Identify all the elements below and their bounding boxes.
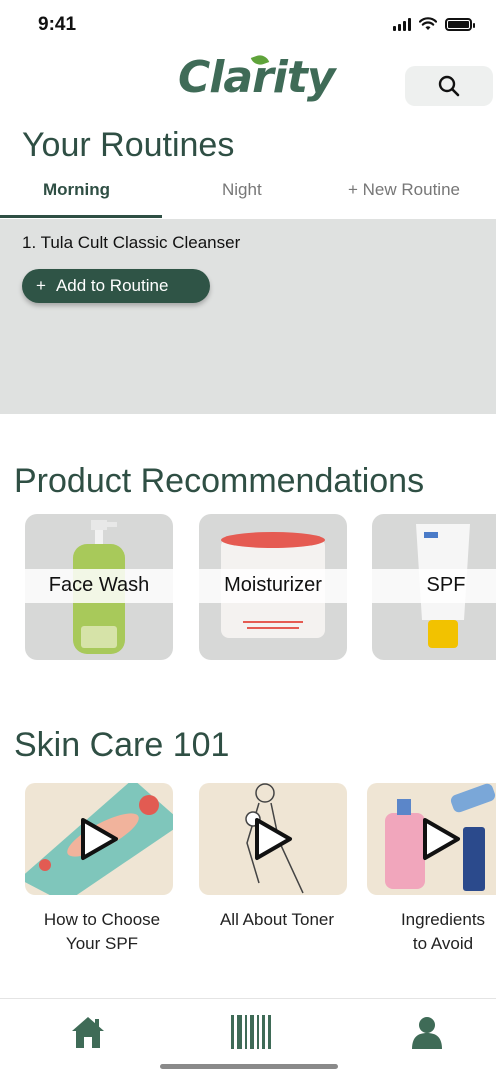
video-card-toner[interactable] [199, 783, 347, 895]
profile-icon [412, 1017, 442, 1049]
video-caption[interactable]: Ingredients to Avoid [381, 908, 496, 956]
barcode-icon [231, 1015, 271, 1049]
nav-profile-button[interactable] [410, 1015, 444, 1054]
play-icon [81, 818, 118, 860]
product-card-spf[interactable]: SPF [372, 514, 496, 660]
add-to-routine-button[interactable]: + Add to Routine [22, 269, 210, 303]
video-caption[interactable]: How to Choose Your SPF [28, 908, 176, 956]
product-card-moisturizer[interactable]: Moisturizer [199, 514, 347, 660]
home-icon [72, 1017, 104, 1048]
product-label: Moisturizer [224, 574, 322, 596]
play-icon [423, 818, 460, 860]
active-tab-indicator [0, 215, 162, 218]
routine-tabs: Morning Night + New Routine [0, 172, 496, 220]
nav-home-button[interactable] [70, 1015, 106, 1054]
tab-night[interactable]: Night [222, 180, 262, 200]
video-card-ingredients[interactable] [367, 783, 496, 895]
tab-morning[interactable]: Morning [43, 180, 110, 200]
routine-item[interactable]: 1. Tula Cult Classic Cleanser [22, 233, 240, 253]
product-label: Face Wash [48, 574, 150, 596]
product-label: SPF [426, 574, 466, 596]
status-time: 9:41 [38, 14, 77, 35]
cellular-signal-icon [393, 17, 411, 31]
nav-scan-button[interactable] [231, 1015, 271, 1054]
routines-title: Your Routines [22, 126, 235, 164]
search-icon [438, 75, 460, 97]
routine-panel: 1. Tula Cult Classic Cleanser + Add to R… [0, 219, 496, 414]
video-card-spf[interactable] [25, 783, 173, 895]
product-card-face-wash[interactable]: Face Wash [25, 514, 173, 660]
recommendations-title: Product Recommendations [14, 462, 425, 500]
battery-icon [445, 17, 475, 31]
home-indicator [160, 1064, 338, 1069]
plus-icon: + [36, 276, 46, 295]
play-icon [255, 818, 292, 860]
video-caption[interactable]: All About Toner [199, 908, 355, 932]
search-button[interactable] [405, 66, 493, 106]
status-icons [393, 17, 475, 31]
status-bar: 9:41 [0, 0, 496, 52]
skincare-title: Skin Care 101 [14, 726, 230, 764]
wifi-icon [419, 17, 437, 30]
add-to-routine-label: Add to Routine [55, 276, 169, 295]
tab-new-routine[interactable]: + New Routine [348, 180, 460, 200]
